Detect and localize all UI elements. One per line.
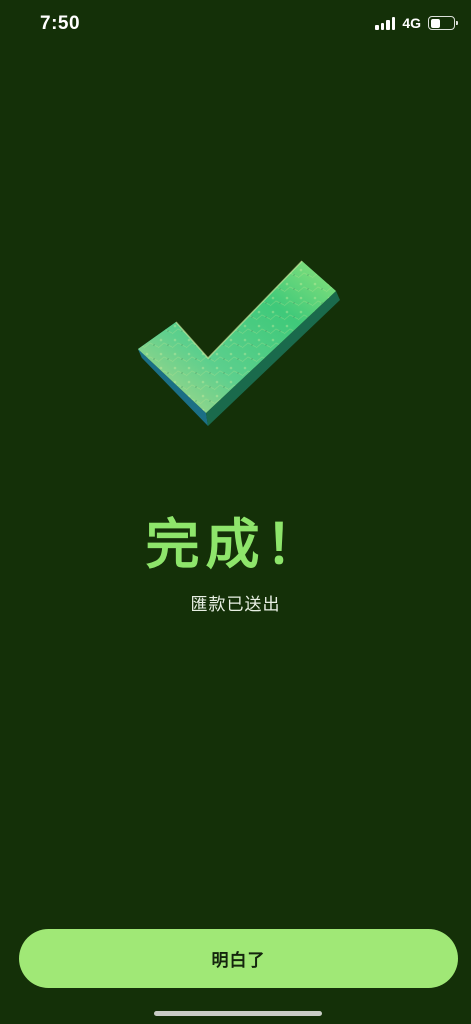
status-time: 7:50 xyxy=(40,13,81,34)
status-indicators: 4G xyxy=(375,15,458,31)
network-label: 4G xyxy=(402,15,421,31)
confirm-button[interactable]: 明白了 xyxy=(19,929,458,988)
home-indicator[interactable] xyxy=(154,1011,322,1016)
success-subtitle: 匯款已送出 xyxy=(190,595,281,615)
signal-icon xyxy=(375,16,396,30)
checkmark-icon xyxy=(130,252,345,432)
status-bar: 7:50 4G xyxy=(0,0,471,50)
battery-fill xyxy=(430,18,441,28)
success-title: 完成！ xyxy=(145,513,326,576)
success-screen: 7:50 4G 完成！ 匯款已送出 明白了 xyxy=(0,0,471,1024)
battery-icon xyxy=(428,16,458,30)
